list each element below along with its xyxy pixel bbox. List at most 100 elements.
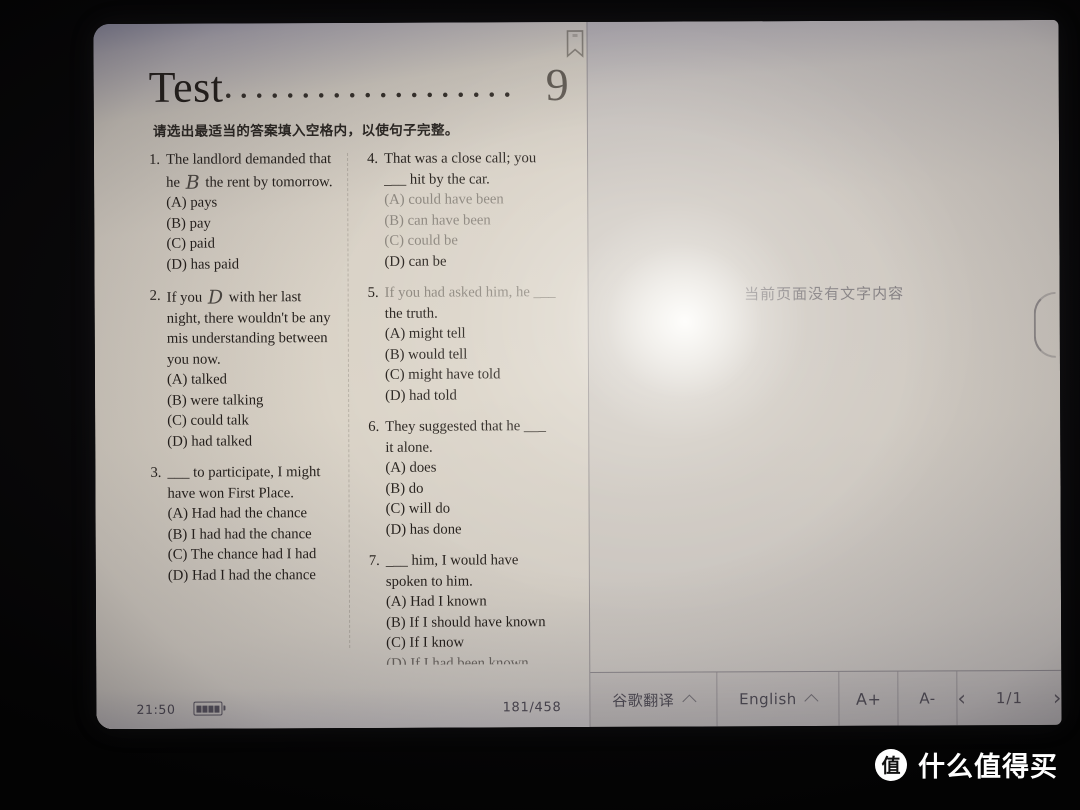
translation-language-label: English: [739, 690, 797, 709]
chevron-left-icon[interactable]: ‹: [957, 686, 966, 710]
question-1: 1. The landlord demanded that he B the r…: [149, 149, 340, 275]
question-1-stem-line2: he B the rent by tomorrow.: [149, 170, 339, 193]
question-6: 6. They suggested that he ___ it alone. …: [368, 416, 569, 540]
question-7: 7. ___ him, I would have spoken to him. …: [369, 550, 569, 664]
question-1-stem: The landlord demanded that: [166, 151, 332, 168]
font-increase-button[interactable]: A+: [839, 671, 899, 726]
question-5-stem-line2: the truth.: [384, 305, 438, 322]
chevron-up-icon: [682, 694, 697, 709]
question-2: 2. If you D with her last night, there w…: [150, 285, 341, 452]
question-4-option-a: (A) could have been: [384, 191, 504, 208]
pager-label: 1/1: [995, 689, 1024, 708]
question-3-stem-line2: have won First Place.: [167, 484, 295, 502]
chevron-right-icon[interactable]: ›: [1053, 685, 1062, 709]
question-5-option-d: (D) had told: [385, 387, 457, 404]
question-3: 3. ___ to participate, I might have won …: [150, 462, 341, 586]
question-4-option-d: (D) can be: [384, 253, 447, 270]
question-7-option-b: (B) If I should have known: [386, 613, 546, 631]
question-2-handwritten-answer: D: [207, 286, 224, 309]
panel-edge-handle[interactable]: [1033, 291, 1056, 359]
question-6-option-d: (D) has done: [385, 521, 462, 538]
photo-background: Test ................... 9 请选出最适当的答案填入空格…: [0, 0, 1080, 810]
translation-empty-message: 当前页面没有文字内容: [744, 284, 905, 304]
translation-language-selector[interactable]: English: [716, 671, 840, 727]
question-5-option-b: (B) would tell: [384, 345, 468, 363]
question-6-number: 6.: [368, 418, 380, 435]
question-4: 4. That was a close call; you ___ hit by…: [367, 148, 568, 272]
question-1-option-d: (D) has paid: [166, 255, 240, 273]
question-4-number: 4.: [367, 150, 379, 167]
question-4-option-c: (C) could be: [384, 232, 458, 249]
page-title-dots: ...................: [223, 63, 519, 107]
watermark-text: 什么值得买: [918, 752, 1058, 783]
battery-full-icon: [193, 701, 223, 716]
question-1-stem-post: the rent by tomorrow.: [205, 173, 333, 191]
question-2-option-b: (B) were talking: [167, 391, 264, 409]
question-3-option-a: (A) Had had the chance: [167, 505, 308, 522]
watermark: 值 什么值得买: [875, 745, 1058, 784]
page-title-word: Test: [148, 62, 224, 112]
question-7-option-d: (D) If I had been known: [386, 654, 529, 665]
question-7-number: 7.: [368, 552, 380, 569]
page-indicator: 181/458: [502, 699, 562, 715]
question-3-option-d: (D) Had I had the chance: [167, 566, 316, 584]
question-3-option-b: (B) I had had the chance: [167, 525, 312, 543]
column-divider: [347, 152, 352, 648]
question-2-stem-pre: If you: [166, 289, 203, 306]
question-4-option-b: (B) can have been: [384, 211, 491, 229]
page-title-number: 9: [545, 59, 569, 111]
question-2-option-c: (C) could talk: [167, 412, 249, 429]
question-6-option-c: (C) will do: [385, 500, 451, 517]
question-2-stem-line2: night, there wouldn't be any: [166, 309, 331, 327]
clock: 21:50: [136, 701, 176, 717]
question-4-stem-line2: ___ hit by the car.: [384, 170, 490, 188]
translation-pager: ‹ 1/1 ›: [957, 671, 1061, 725]
question-3-option-c: (C) The chance had I had: [167, 546, 317, 563]
question-columns: 1. The landlord demanded that he B the r…: [149, 148, 580, 729]
question-1-option-b: (B) pay: [166, 215, 211, 232]
question-1-option-a: (A) pays: [166, 194, 218, 211]
translation-engine-label: 谷歌翻译: [612, 691, 675, 710]
question-1-handwritten-answer: B: [185, 171, 200, 194]
question-6-stem-line2: it alone.: [385, 439, 433, 456]
font-decrease-button[interactable]: A-: [898, 671, 958, 726]
question-5-number: 5.: [367, 284, 379, 301]
question-3-number: 3.: [150, 464, 162, 481]
chevron-up-icon: [804, 693, 819, 709]
question-2-stem-post: with her last: [228, 289, 302, 306]
question-2-number: 2.: [149, 287, 161, 304]
question-7-stem-line2: spoken to him.: [385, 572, 473, 590]
question-5-stem-line1: If you had asked him, he ___: [384, 284, 556, 301]
question-3-stem-line1: ___ to participate, I might: [167, 464, 321, 481]
ereader-device-screen: Test ................... 9 请选出最适当的答案填入空格…: [93, 19, 1062, 730]
translation-panel: 当前页面没有文字内容 谷歌翻译 English A+ A- ‹ 1/1 ›: [586, 19, 1062, 727]
question-5-option-c: (C) might have told: [384, 366, 501, 383]
question-2-stem-line1: If you D with her last: [166, 285, 340, 309]
question-column-left: 1. The landlord demanded that he B the r…: [149, 149, 341, 597]
reader-status-bar: 21:50 181/458: [96, 686, 590, 730]
question-6-stem-line1: They suggested that he ___: [385, 418, 546, 435]
question-7-stem-line1: ___ him, I would have: [385, 552, 519, 569]
question-7-option-a: (A) Had I known: [385, 593, 487, 610]
translation-engine-selector[interactable]: 谷歌翻译: [590, 672, 718, 727]
page-content: Test ................... 9 请选出最适当的答案填入空格…: [149, 34, 580, 729]
screen-surface: Test ................... 9 请选出最适当的答案填入空格…: [93, 19, 1062, 730]
question-5: 5. If you had asked him, he ___ the trut…: [368, 282, 569, 406]
question-5-option-a: (A) might tell: [384, 325, 466, 342]
question-4-stem-line1: That was a close call; you: [384, 150, 537, 167]
question-1-option-c: (C) paid: [166, 235, 216, 252]
question-2-option-d: (D) had talked: [167, 432, 253, 450]
question-2-stem-line3: mis understanding between: [166, 330, 328, 347]
instruction-text: 请选出最适当的答案填入空格内，以使句子完整。: [152, 122, 459, 140]
question-6-option-b: (B) do: [385, 480, 424, 497]
page-title: Test ................... 9: [149, 58, 569, 113]
question-1-stem-pre: he: [166, 174, 181, 191]
question-2-stem-line4: you now.: [166, 351, 221, 368]
question-7-option-c: (C) If I know: [386, 634, 465, 651]
watermark-logo-icon: 值: [875, 748, 907, 781]
book-page[interactable]: Test ................... 9 请选出最适当的答案填入空格…: [93, 21, 590, 730]
question-column-right: 4. That was a close call; you ___ hit by…: [367, 148, 569, 675]
question-6-option-a: (A) does: [385, 459, 437, 476]
translation-toolbar: 谷歌翻译 English A+ A- ‹ 1/1 ›: [590, 669, 1062, 727]
question-1-number: 1.: [149, 151, 161, 168]
